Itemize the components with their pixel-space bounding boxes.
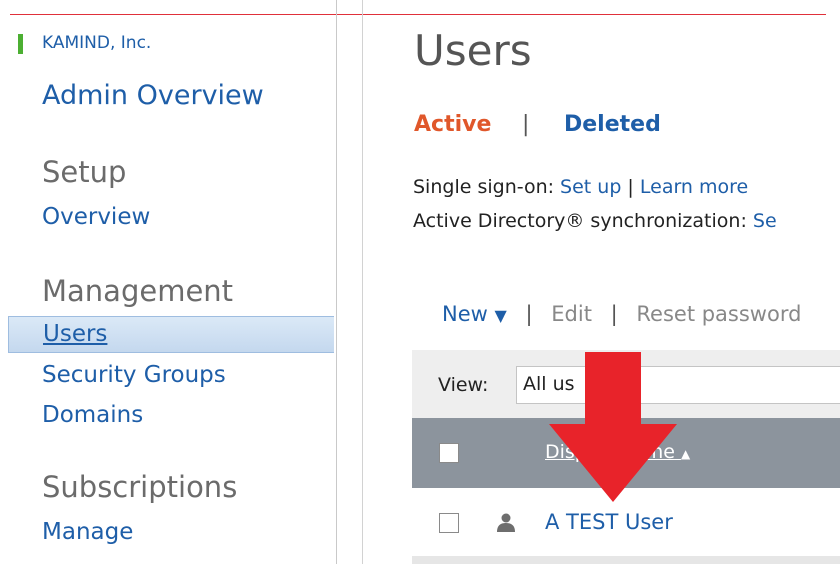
sidebar-item-overview[interactable]: Overview xyxy=(42,204,150,230)
toolbar-separator: | xyxy=(610,302,618,326)
select-all-checkbox[interactable] xyxy=(439,443,459,463)
sidebar-item-security-groups[interactable]: Security Groups xyxy=(42,362,226,388)
user-name-link[interactable]: A TEST User xyxy=(545,510,673,534)
edit-button[interactable]: Edit xyxy=(551,302,592,326)
content-divider xyxy=(362,0,363,564)
subscriptions-heading: Subscriptions xyxy=(42,470,238,504)
caret-down-icon: ▼ xyxy=(494,306,507,325)
org-indicator xyxy=(18,34,23,54)
tab-separator: | xyxy=(522,112,530,137)
sidebar-item-manage[interactable]: Manage xyxy=(42,519,133,545)
admin-overview-link[interactable]: Admin Overview xyxy=(42,80,264,111)
sso-learn-more-link[interactable]: Learn more xyxy=(640,176,748,198)
view-label: View: xyxy=(438,374,489,396)
sidebar-item-users-selected[interactable]: Users xyxy=(8,316,334,353)
new-button[interactable]: New ▼ xyxy=(442,302,507,326)
sidebar: KAMIND, Inc. Admin Overview Setup Overvi… xyxy=(0,0,337,564)
toolbar-separator: | xyxy=(525,302,533,326)
sso-line: Single sign-on: Set up | Learn more xyxy=(413,176,748,198)
next-row-strip xyxy=(412,556,840,564)
reset-password-button[interactable]: Reset password xyxy=(636,302,801,326)
sort-ascending-icon: ▲ xyxy=(681,447,691,461)
sso-setup-link[interactable]: Set up xyxy=(560,176,621,198)
tab-deleted[interactable]: Deleted xyxy=(564,112,661,137)
user-icon xyxy=(497,513,515,532)
org-name[interactable]: KAMIND, Inc. xyxy=(42,33,151,53)
management-heading: Management xyxy=(42,274,234,308)
sso-separator: | xyxy=(621,176,640,198)
ad-sync-link[interactable]: Se xyxy=(753,210,777,232)
setup-heading: Setup xyxy=(42,155,127,189)
ad-sync-label: Active Directory® synchronization: xyxy=(413,210,753,232)
page-title: Users xyxy=(414,26,532,75)
sso-label: Single sign-on: xyxy=(413,176,561,198)
tab-active[interactable]: Active xyxy=(414,112,491,137)
row-checkbox[interactable] xyxy=(439,513,459,533)
sidebar-item-users[interactable]: Users xyxy=(43,321,107,347)
new-label: New xyxy=(442,302,488,326)
red-arrow-annotation xyxy=(549,352,677,502)
sidebar-item-domains[interactable]: Domains xyxy=(42,402,143,428)
user-toolbar: New ▼ | Edit | Reset password xyxy=(442,302,801,326)
ad-sync-line: Active Directory® synchronization: Se xyxy=(413,210,777,232)
